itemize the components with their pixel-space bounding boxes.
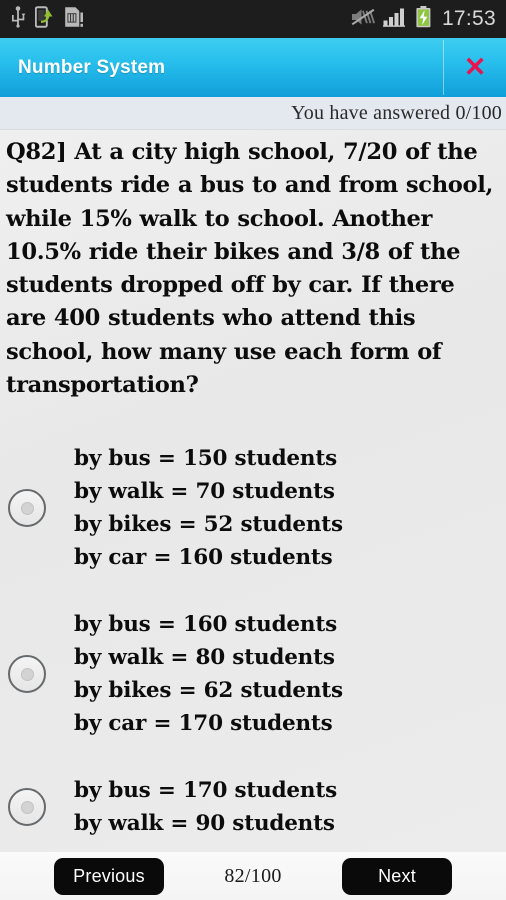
answered-count-label: You have answered 0/100 [291,101,502,124]
bottom-navigation-bar: Previous 82/100 Next [0,852,506,900]
close-button[interactable]: ✕ [444,38,506,97]
page-title: Number System [18,56,166,78]
answer-option-b[interactable]: by bus = 160 students by walk = 80 stude… [0,608,506,740]
radio-inner-dot-a [20,501,34,515]
usb-icon [10,5,26,33]
radio-inner-dot-c [20,800,34,814]
answer-option-a[interactable]: by bus = 150 students by walk = 70 stude… [0,442,506,574]
answer-option-c-label: by bus = 170 students by walk = 90 stude… [74,778,337,837]
phone-transfer-icon [34,5,55,33]
mute-vibrate-off-icon [351,7,375,32]
radio-button-b[interactable] [8,655,46,694]
battery-charging-icon [415,5,432,33]
next-button[interactable]: Next [341,857,452,895]
answered-progress-bar: You have answered 0/100 [0,97,506,130]
previous-button[interactable]: Previous [54,857,164,895]
radio-button-c[interactable] [8,788,46,827]
status-bar-right-icons: 17:53 [351,5,498,33]
radio-button-a[interactable] [8,489,46,528]
radio-inner-dot-b [20,667,34,681]
signal-bars-icon [382,7,407,32]
question-scroll-area[interactable]: Q82] At a city high school, 7/20 of the … [0,130,506,900]
quiz-app-window: 17:53 Number System ✕ You have answered … [0,0,506,900]
close-icon: ✕ [463,52,487,82]
sd-card-alert-icon [64,6,84,33]
answer-options-list: by bus = 150 students by walk = 70 stude… [0,442,506,840]
status-bar-left-icons [10,5,84,33]
status-bar-clock: 17:53 [441,7,496,30]
answer-option-b-label: by bus = 160 students by walk = 80 stude… [74,612,343,737]
question-text: Q82] At a city high school, 7/20 of the … [6,139,493,399]
answer-option-a-label: by bus = 150 students by walk = 70 stude… [74,446,343,571]
android-status-bar: 17:53 [0,0,506,38]
app-title-bar: Number System ✕ [0,38,506,97]
answer-option-c[interactable]: by bus = 170 students by walk = 90 stude… [0,774,506,840]
question-counter: 82/100 [224,864,282,887]
